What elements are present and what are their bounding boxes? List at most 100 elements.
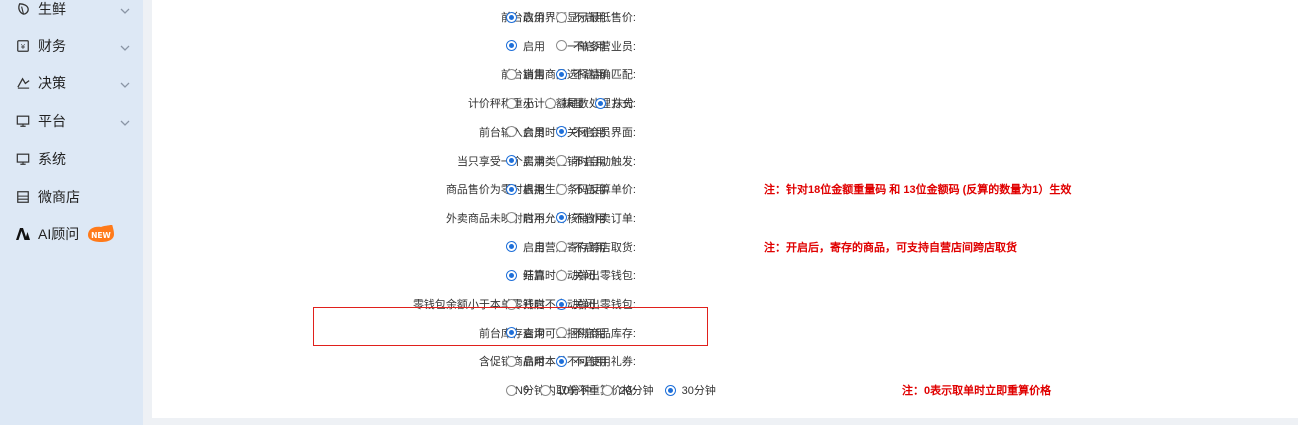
- radio-option[interactable]: 启用: [506, 210, 545, 226]
- radio-button[interactable]: [595, 97, 606, 109]
- radio-button[interactable]: [506, 183, 517, 195]
- radio-button[interactable]: [556, 241, 567, 253]
- radio-button[interactable]: [506, 40, 517, 52]
- radio-option-label: 不启用: [573, 126, 606, 139]
- radio-option[interactable]: 启用: [506, 124, 545, 140]
- radio-option[interactable]: 20分钟: [602, 382, 654, 398]
- radio-button[interactable]: [506, 298, 517, 310]
- chevron-down-icon: [120, 2, 130, 14]
- radio-option[interactable]: 不启用: [556, 210, 606, 226]
- radio-button[interactable]: [556, 269, 567, 281]
- setting-row: 一单多营业员: 启用 不启用: [152, 32, 1298, 60]
- radio-option-label: 启用: [523, 69, 545, 82]
- setting-row: 当只享受一个买满类促销时自动触发: 启用 不启用: [152, 147, 1298, 175]
- radio-option[interactable]: 启用: [506, 153, 545, 169]
- radio-option[interactable]: 不启用: [556, 239, 606, 255]
- chevron-down-icon: [120, 76, 130, 88]
- radio-button[interactable]: [506, 327, 517, 339]
- radio-option[interactable]: 抹分: [595, 95, 634, 111]
- radio-button[interactable]: [556, 355, 567, 367]
- radio-option[interactable]: 启用: [506, 353, 545, 369]
- radio-button[interactable]: [506, 241, 517, 253]
- sidebar-item-4[interactable]: 系统: [0, 140, 143, 177]
- sidebar-item-2[interactable]: 决策: [0, 64, 143, 101]
- radio-group: 启用 不启用: [506, 180, 617, 198]
- setting-row: 前台销售商品选择精确匹配: 启用 不启用: [152, 60, 1298, 88]
- radio-option[interactable]: 30分钟: [664, 382, 716, 398]
- sidebar-item-6[interactable]: AI顾问 NEW: [0, 215, 143, 252]
- setting-note: 注：开启后，寄存的商品，可支持自营店间跨店取货: [764, 241, 1017, 254]
- radio-option[interactable]: 启用: [506, 66, 545, 82]
- radio-option[interactable]: 不启用: [556, 325, 606, 341]
- radio-option-label: 不启用: [573, 212, 606, 225]
- radio-option[interactable]: 启用: [506, 325, 545, 341]
- radio-option[interactable]: 无: [506, 95, 534, 111]
- setting-row: 商品售价为零时根据生鲜条码反算单价: 启用 不启用 注：针对18位金额重量码 和 13…: [152, 175, 1298, 203]
- radio-button[interactable]: [545, 97, 556, 109]
- radio-button[interactable]: [506, 355, 517, 367]
- radio-button[interactable]: [506, 11, 517, 23]
- setting-row: 自营店寄存跨店取货: 启用 不启用 注：开启后，寄存的商品，可支持自营店间跨店取货: [152, 233, 1298, 261]
- radio-button[interactable]: [556, 327, 567, 339]
- radio-option[interactable]: 不启用: [556, 181, 606, 197]
- radio-button[interactable]: [506, 155, 517, 166]
- setting-note: 注：针对18位金额重量码 和 13位金额码 (反算的数量为1）生效: [764, 184, 1072, 197]
- radio-option[interactable]: 0: [506, 384, 529, 396]
- radio-option[interactable]: 启用: [506, 9, 545, 25]
- radio-option[interactable]: 不启用: [556, 124, 606, 140]
- radio-option[interactable]: 不启用: [556, 153, 606, 169]
- radio-button[interactable]: [506, 384, 517, 396]
- radio-button[interactable]: [556, 126, 567, 138]
- radio-group: 启用 不启用: [506, 152, 617, 170]
- sidebar-item-0[interactable]: 生鲜: [0, 0, 143, 27]
- radio-group: 启用 不启用: [506, 65, 617, 83]
- radio-option[interactable]: 启用: [506, 239, 545, 255]
- radio-option[interactable]: 启用: [506, 181, 545, 197]
- radio-button[interactable]: [506, 126, 517, 138]
- sidebar-item-1[interactable]: ¥ 财务: [0, 27, 143, 64]
- radio-button[interactable]: [556, 68, 567, 80]
- radio-option[interactable]: 不启用: [556, 38, 606, 54]
- radio-button[interactable]: [556, 183, 567, 195]
- radio-button[interactable]: [556, 298, 567, 310]
- setting-row: N分钟内取单不重算价格: 0 10分钟 20分钟 30分钟 注：0表示取单时立即重算价格: [152, 376, 1298, 404]
- radio-option[interactable]: 不启用: [556, 66, 606, 82]
- radio-button[interactable]: [664, 384, 676, 396]
- radio-option[interactable]: 开启: [506, 296, 545, 312]
- radio-option[interactable]: 关闭: [556, 267, 595, 283]
- radio-option-label: 不启用: [573, 155, 606, 168]
- chevron-down-icon: [120, 114, 130, 126]
- leaf-icon: [15, 1, 31, 17]
- radio-option[interactable]: 10分钟: [540, 382, 591, 398]
- radio-option[interactable]: 关闭: [556, 296, 595, 312]
- radio-option[interactable]: 抹厘: [545, 95, 584, 111]
- radio-option[interactable]: 开启: [506, 267, 545, 283]
- sidebar-item-3[interactable]: 平台: [0, 102, 143, 139]
- sidebar-item-label: AI顾问: [38, 225, 80, 242]
- radio-button[interactable]: [506, 269, 517, 281]
- radio-option-label: 启用: [523, 184, 545, 197]
- radio-button[interactable]: [506, 68, 517, 80]
- radio-button[interactable]: [556, 11, 567, 23]
- radio-button[interactable]: [602, 384, 614, 396]
- sidebar-item-label: 决策: [38, 74, 66, 91]
- radio-option[interactable]: 不启用: [556, 353, 606, 369]
- radio-button[interactable]: [556, 155, 567, 166]
- radio-button[interactable]: [506, 212, 517, 224]
- radio-option-label: 抹厘: [562, 98, 584, 111]
- radio-option-label: 不启用: [573, 69, 606, 82]
- radio-button[interactable]: [556, 40, 567, 52]
- setting-row: 含促销商品时本单不可使用礼券:启用不启用: [152, 347, 1298, 375]
- radio-button[interactable]: [540, 384, 552, 396]
- chevron-down-icon: [120, 39, 130, 51]
- radio-option[interactable]: 启用: [506, 38, 545, 54]
- radio-button[interactable]: [506, 97, 517, 109]
- radio-option-label: 启用: [523, 40, 545, 53]
- radio-option-label: 启用: [523, 241, 545, 254]
- radio-option[interactable]: 不启用: [556, 9, 606, 25]
- radio-option-label: 启用: [523, 12, 545, 24]
- radio-button[interactable]: [556, 212, 567, 224]
- radio-option-label: 不启用: [573, 12, 606, 24]
- sidebar-item-5[interactable]: 微商店: [0, 178, 143, 215]
- ai-icon: [15, 226, 31, 242]
